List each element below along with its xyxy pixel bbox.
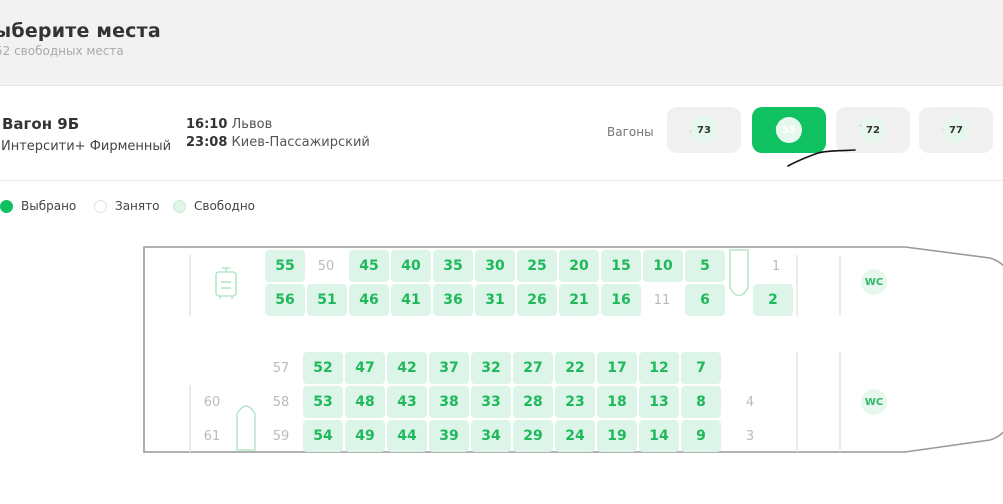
seat-free-20[interactable]: 20 <box>559 250 599 282</box>
seat-free-10[interactable]: 10 <box>643 250 683 282</box>
bed-top-right-icon <box>729 249 749 297</box>
seat-unavailable-1: 1 <box>771 258 781 274</box>
seat-unavailable-11: 11 <box>653 292 671 308</box>
seat-free-32[interactable]: 32 <box>471 352 511 384</box>
seat-free-22[interactable]: 22 <box>555 352 595 384</box>
seat-free-14[interactable]: 14 <box>639 420 679 452</box>
seat-unavailable-60: 60 <box>203 394 221 410</box>
seat-unavailable-57: 57 <box>272 360 290 376</box>
seat-free-12[interactable]: 12 <box>639 352 679 384</box>
seat-free-15[interactable]: 15 <box>601 250 641 282</box>
seat-free-7[interactable]: 7 <box>681 352 721 384</box>
seat-free-33[interactable]: 33 <box>471 386 511 418</box>
seat-free-34[interactable]: 34 <box>471 420 511 452</box>
seat-unavailable-59: 59 <box>272 428 290 444</box>
seat-unavailable-4: 4 <box>745 394 755 410</box>
seat-free-43[interactable]: 43 <box>387 386 427 418</box>
seat-free-45[interactable]: 45 <box>349 250 389 282</box>
seat-free-2[interactable]: 2 <box>753 284 793 316</box>
seat-free-52[interactable]: 52 <box>303 352 343 384</box>
seat-free-53[interactable]: 53 <box>303 386 343 418</box>
seat-free-9[interactable]: 9 <box>681 420 721 452</box>
seat-free-41[interactable]: 41 <box>391 284 431 316</box>
seat-free-44[interactable]: 44 <box>387 420 427 452</box>
seat-unavailable-61: 61 <box>203 428 221 444</box>
seat-free-13[interactable]: 13 <box>639 386 679 418</box>
seat-free-27[interactable]: 27 <box>513 352 553 384</box>
seat-free-18[interactable]: 18 <box>597 386 637 418</box>
seat-free-37[interactable]: 37 <box>429 352 469 384</box>
seat-free-36[interactable]: 36 <box>433 284 473 316</box>
wc-bottom: WC <box>861 389 887 415</box>
seat-free-40[interactable]: 40 <box>391 250 431 282</box>
seat-free-31[interactable]: 31 <box>475 284 515 316</box>
seat-free-42[interactable]: 42 <box>387 352 427 384</box>
seat-free-30[interactable]: 30 <box>475 250 515 282</box>
seat-free-19[interactable]: 19 <box>597 420 637 452</box>
seat-free-8[interactable]: 8 <box>681 386 721 418</box>
seat-free-16[interactable]: 16 <box>601 284 641 316</box>
seat-free-23[interactable]: 23 <box>555 386 595 418</box>
seat-unavailable-58: 58 <box>272 394 290 410</box>
seat-free-5[interactable]: 5 <box>685 250 725 282</box>
seat-unavailable-50: 50 <box>317 258 335 274</box>
seat-free-6[interactable]: 6 <box>685 284 725 316</box>
seat-free-38[interactable]: 38 <box>429 386 469 418</box>
seat-free-39[interactable]: 39 <box>429 420 469 452</box>
luggage-icon <box>215 267 237 299</box>
seat-free-25[interactable]: 25 <box>517 250 557 282</box>
seat-free-17[interactable]: 17 <box>597 352 637 384</box>
seat-unavailable-3: 3 <box>745 428 755 444</box>
seat-free-47[interactable]: 47 <box>345 352 385 384</box>
seat-free-24[interactable]: 24 <box>555 420 595 452</box>
seat-free-35[interactable]: 35 <box>433 250 473 282</box>
seat-free-46[interactable]: 46 <box>349 284 389 316</box>
seat-free-49[interactable]: 49 <box>345 420 385 452</box>
seat-free-55[interactable]: 55 <box>265 250 305 282</box>
seat-free-54[interactable]: 54 <box>303 420 343 452</box>
seat-free-21[interactable]: 21 <box>559 284 599 316</box>
seat-free-48[interactable]: 48 <box>345 386 385 418</box>
seat-free-51[interactable]: 51 <box>307 284 347 316</box>
seat-free-56[interactable]: 56 <box>265 284 305 316</box>
seat-free-26[interactable]: 26 <box>517 284 557 316</box>
bed-bottom-left-icon <box>236 405 256 451</box>
seat-free-28[interactable]: 28 <box>513 386 553 418</box>
seat-free-29[interactable]: 29 <box>513 420 553 452</box>
wc-top: WC <box>861 269 887 295</box>
